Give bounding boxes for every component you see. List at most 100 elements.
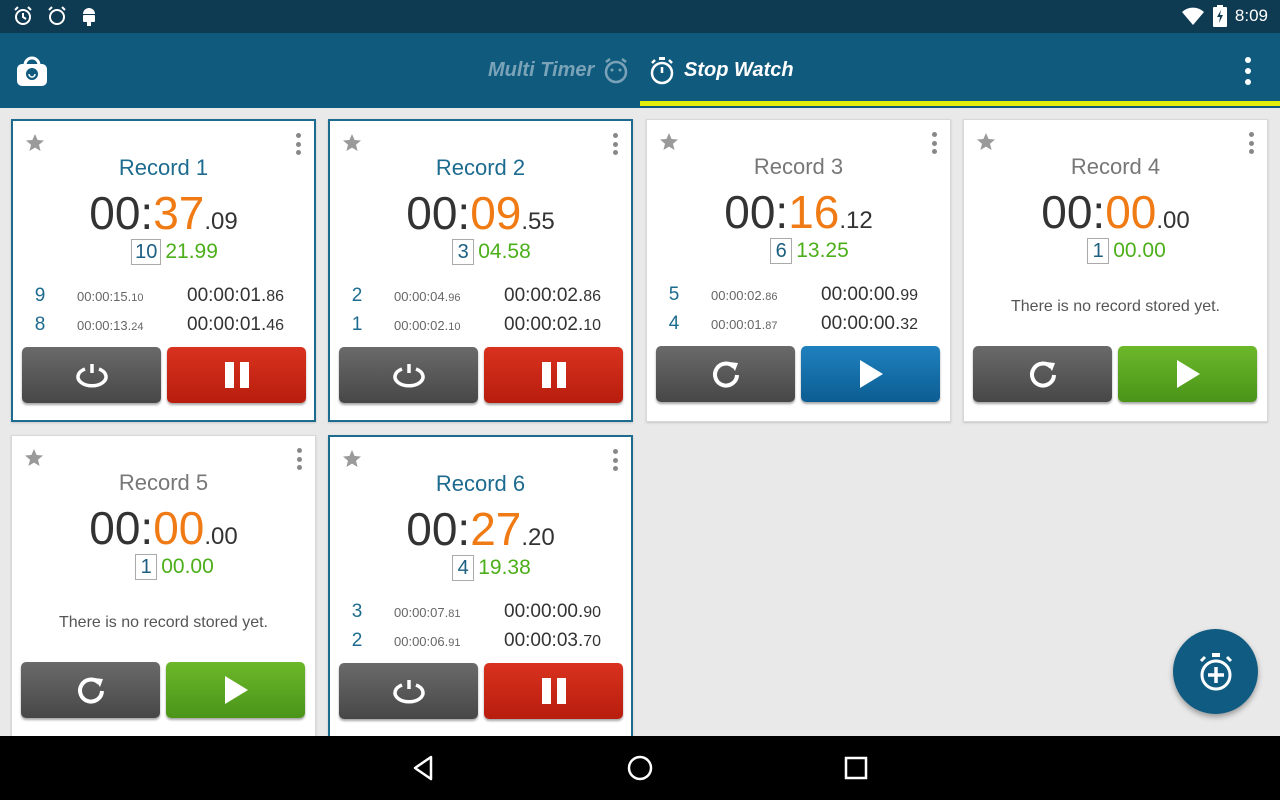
elapsed-minutes: 00 — [89, 502, 141, 554]
lap-total-time: 00:00:02.10 — [504, 314, 601, 336]
tab-multi-timer-label: Multi Timer — [488, 59, 595, 81]
overflow-menu-icon — [1245, 57, 1251, 63]
card-menu-button[interactable] — [292, 133, 304, 155]
lap-split-main: 00:00:01. — [711, 317, 766, 332]
lap-button[interactable] — [339, 663, 478, 719]
current-lap-time: 21.99 — [165, 240, 218, 263]
card-title: Record 6 — [435, 471, 526, 496]
stopwatch-card[interactable]: Record 6 00:27.20 4 19.38 3 00:00:07.81 0… — [328, 435, 633, 738]
tab-stop-watch[interactable]: Stop Watch — [648, 33, 794, 108]
wifi-icon — [1181, 7, 1204, 25]
tab-multi-timer[interactable]: Multi Timer — [488, 33, 630, 108]
favorite-button[interactable] — [342, 449, 362, 469]
pause-icon — [541, 677, 567, 705]
reset-button[interactable] — [21, 662, 160, 718]
back-button[interactable] — [409, 753, 439, 783]
stopwatch-card[interactable]: Record 5 00:00.00 1 00.00 There is no rec… — [11, 435, 316, 738]
lap-total-cs: 90 — [583, 604, 602, 621]
lap-split-cs: 91 — [448, 637, 461, 649]
reset-button[interactable] — [973, 346, 1112, 402]
lap-total-cs: 46 — [266, 317, 285, 334]
elapsed-seconds: 09 — [470, 187, 522, 239]
lap-split-time: 00:00:01.87 — [711, 317, 777, 332]
back-icon — [413, 755, 433, 781]
favorite-button[interactable] — [976, 132, 996, 152]
lap-button[interactable] — [339, 347, 478, 403]
play-button[interactable] — [166, 662, 305, 718]
favorite-button[interactable] — [659, 132, 679, 152]
elapsed-time: 00:37.09 — [13, 186, 314, 240]
lap-total-cs: 86 — [583, 288, 602, 305]
lap-split-main: 00:00:02. — [711, 288, 766, 303]
overflow-menu-dot — [1245, 79, 1251, 85]
card-menu-button[interactable] — [609, 449, 621, 471]
play-button[interactable] — [801, 346, 940, 402]
lap-count-badge: 10 — [131, 239, 162, 265]
empty-records-message: There is no record stored yet. — [59, 614, 268, 631]
play-button[interactable] — [1118, 346, 1257, 402]
stopwatch-card[interactable]: Record 4 00:00.00 1 00.00 There is no rec… — [963, 119, 1268, 422]
card-menu-button[interactable] — [928, 132, 940, 154]
shopping-bag-icon — [17, 56, 47, 86]
lap-split-main: 00:00:06. — [394, 634, 449, 649]
lap-total-time: 00:00:00.99 — [821, 284, 918, 306]
app-bar: Multi Timer Stop Watch — [0, 33, 1280, 108]
elapsed-colon: : — [457, 503, 471, 555]
elapsed-time: 00:00.00 — [964, 185, 1267, 239]
elapsed-colon: : — [1092, 186, 1106, 238]
add-stopwatch-button[interactable] — [1173, 629, 1258, 714]
lap-index: 2 — [351, 630, 363, 651]
current-lap-time: 13.25 — [796, 239, 849, 262]
overflow-menu-button[interactable] — [1238, 55, 1258, 87]
elapsed-seconds: 00 — [153, 502, 205, 554]
elapsed-minutes: 00 — [1041, 186, 1093, 238]
lap-split-main: 00:00:15. — [77, 289, 132, 304]
stopwatch-card[interactable]: Record 2 00:09.55 3 04.58 2 00:00:04.96 0… — [328, 119, 633, 422]
lap-count-badge: 6 — [770, 238, 793, 264]
pause-button[interactable] — [167, 347, 306, 403]
card-menu-button[interactable] — [609, 133, 621, 155]
home-button[interactable] — [625, 753, 655, 783]
lap-split-time: 00:00:15.10 — [77, 289, 143, 304]
selected-tab-indicator — [640, 101, 1280, 106]
reset-button[interactable] — [656, 346, 795, 402]
current-lap: 10 21.99 — [13, 239, 314, 265]
pause-button[interactable] — [484, 663, 623, 719]
favorite-button[interactable] — [342, 133, 362, 153]
lap-total-time: 00:00:03.70 — [504, 630, 601, 652]
card-menu-button[interactable] — [293, 448, 305, 470]
more-vert-dot — [296, 456, 302, 462]
elapsed-colon: : — [140, 187, 154, 239]
elapsed-centiseconds: .55 — [521, 208, 555, 235]
recents-button[interactable] — [841, 753, 871, 783]
lap-button[interactable] — [22, 347, 161, 403]
favorite-button[interactable] — [24, 448, 44, 468]
elapsed-colon: : — [457, 187, 471, 239]
stopwatch-card[interactable]: Record 3 00:16.12 6 13.25 5 00:00:02.86 0… — [646, 119, 951, 422]
favorite-button[interactable] — [25, 133, 45, 153]
elapsed-minutes: 00 — [724, 186, 776, 238]
lap-total-cs: 70 — [583, 633, 602, 650]
lap-split-cs: 86 — [765, 291, 778, 303]
card-title: Record 5 — [118, 470, 209, 495]
card-menu-button[interactable] — [1245, 132, 1257, 154]
elapsed-minutes: 00 — [406, 187, 458, 239]
lap-total-time: 00:00:01.46 — [187, 314, 284, 336]
timer-face-icon — [605, 57, 628, 83]
pause-button[interactable] — [484, 347, 623, 403]
shop-button[interactable] — [14, 53, 50, 89]
lap-total-main: 00:00:02. — [504, 314, 584, 335]
battery-charging-icon — [1212, 5, 1227, 27]
more-vert-icon — [1248, 132, 1254, 137]
stopwatch-card[interactable]: Record 1 00:37.09 10 21.99 9 00:00:15.10 … — [11, 119, 316, 422]
lap-icon — [389, 677, 429, 705]
lap-total-main: 00:00:01. — [187, 285, 267, 306]
lap-record-list: 9 00:00:15.10 00:00:01.86 8 00:00:13.24 … — [33, 283, 301, 341]
notification-icons — [12, 5, 98, 27]
lap-split-main: 00:00:04. — [394, 289, 449, 304]
lap-index: 8 — [34, 314, 46, 335]
lap-count-badge: 3 — [452, 239, 475, 265]
lap-record-row: 2 00:00:04.96 00:00:02.86 — [350, 283, 618, 312]
overflow-menu-dot — [1245, 68, 1251, 74]
lap-total-cs: 86 — [266, 288, 285, 305]
